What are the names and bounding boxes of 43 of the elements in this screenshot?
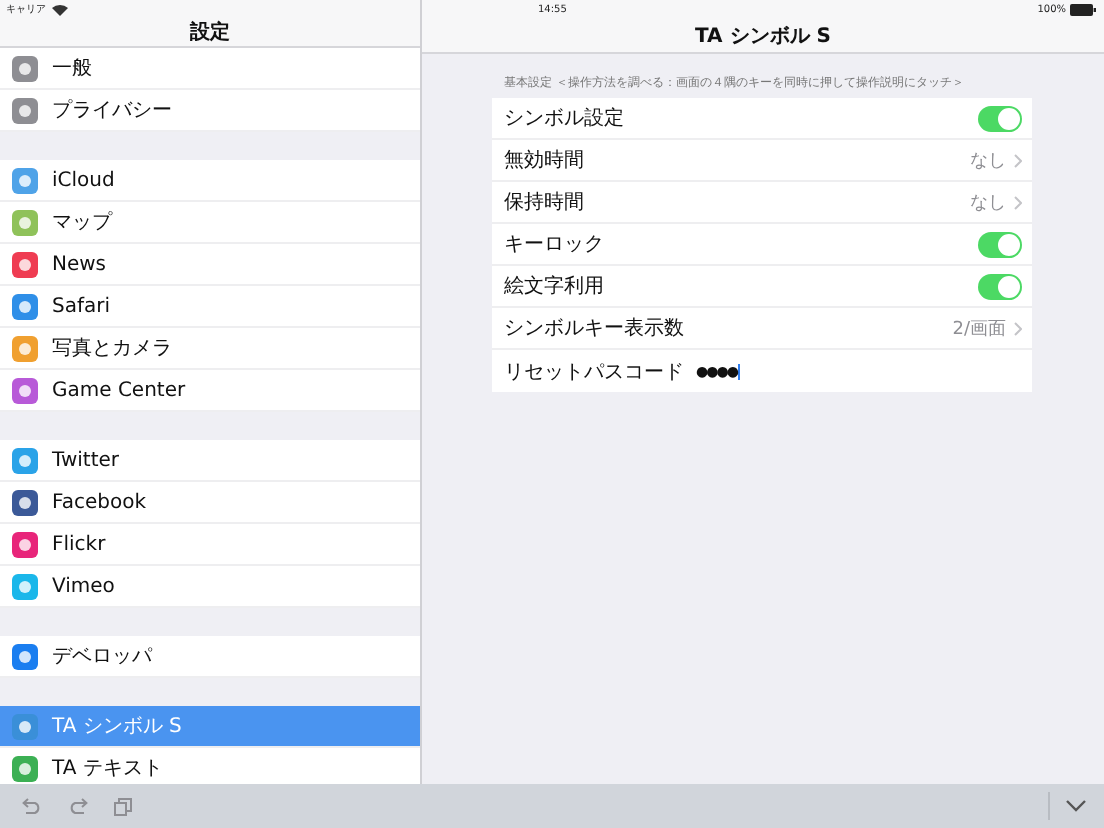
redo-icon[interactable] [68, 798, 88, 814]
row-label: シンボルキー表示数 [504, 315, 684, 342]
chevron-right-icon [1014, 195, 1022, 209]
row-value: なし [970, 149, 1006, 173]
settings-row[interactable]: キーロック [492, 224, 1032, 266]
sidebar-item[interactable]: Twitter [0, 440, 420, 482]
sidebar-item[interactable]: プライバシー [0, 90, 420, 132]
settings-row[interactable]: シンボル設定 [492, 98, 1032, 140]
sidebar-item[interactable]: News [0, 244, 420, 286]
row-label: 無効時間 [504, 147, 584, 174]
sidebar-item[interactable]: iCloud [0, 160, 420, 202]
toggle-switch[interactable] [978, 231, 1022, 257]
row-label: シンボル設定 [504, 105, 624, 132]
sidebar-item[interactable]: Game Center [0, 370, 420, 412]
chevron-down-icon[interactable] [1066, 800, 1086, 812]
toggle-switch[interactable] [978, 105, 1022, 131]
row-value: 2/画面 [952, 317, 1006, 341]
navigation-title: 設定 [190, 18, 230, 46]
sidebar-item[interactable]: 写真とカメラ [0, 328, 420, 370]
battery-icon [1070, 3, 1096, 15]
row-label: 絵文字利用 [504, 273, 604, 300]
row-label: キーロック [504, 232, 604, 258]
toggle-switch[interactable] [978, 273, 1022, 299]
settings-row[interactable]: シンボルキー表示数 2/画面 [492, 308, 1032, 350]
sidebar-item[interactable]: Facebook [0, 482, 420, 524]
copy-icon[interactable] [114, 797, 132, 815]
settings-row[interactable]: 絵文字利用 [492, 266, 1032, 308]
row-value: なし [970, 191, 1006, 215]
chevron-right-icon [1014, 153, 1022, 167]
row-label: リセットパスコード [504, 359, 684, 385]
row-label: 保持時間 [504, 189, 584, 216]
undo-icon[interactable] [22, 798, 42, 814]
sidebar-item[interactable]: 一般 [0, 48, 420, 90]
sidebar-item[interactable]: Safari [0, 286, 420, 328]
wifi-icon [52, 3, 68, 15]
sidebar-item[interactable]: Flickr [0, 524, 420, 566]
sidebar-item[interactable]: マップ [0, 202, 420, 244]
settings-row[interactable]: 保持時間 なし [492, 182, 1032, 224]
navigation-title: TA シンボル S [695, 23, 831, 51]
settings-row[interactable]: 無効時間 なし [492, 140, 1032, 182]
sidebar-item[interactable]: デベロッパ [0, 636, 420, 678]
chevron-right-icon [1014, 321, 1022, 335]
sidebar-item[interactable]: Vimeo [0, 566, 420, 608]
